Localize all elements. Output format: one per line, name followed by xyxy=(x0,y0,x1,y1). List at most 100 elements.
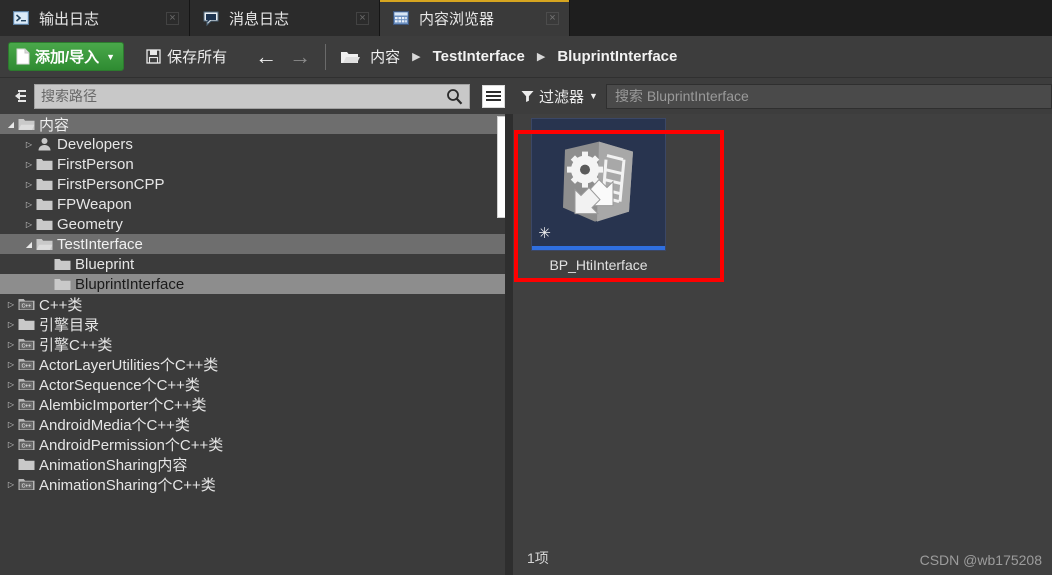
tree-item-18[interactable]: ▷ C++ AnimationSharing个C++类 xyxy=(0,474,505,494)
tree-item-16[interactable]: ▷ C++ AndroidPermission个C++类 xyxy=(0,434,505,454)
twisty-collapsed-icon[interactable]: ▷ xyxy=(4,340,18,349)
panel-splitter[interactable] xyxy=(505,114,513,575)
tree-item-14[interactable]: ▷ C++ AlembicImporter个C++类 xyxy=(0,394,505,414)
tree-item-4[interactable]: ▷ FPWeapon xyxy=(0,194,505,214)
tab-message-log[interactable]: 消息日志 × xyxy=(190,0,380,36)
tree-item-6[interactable]: ◢ TestInterface xyxy=(0,234,505,254)
folder-open-icon xyxy=(36,239,53,250)
save-icon xyxy=(146,49,161,64)
tree-item-label: Blueprint xyxy=(75,255,135,273)
tree-item-label: AndroidPermission个C++类 xyxy=(39,436,224,454)
tree-item-8[interactable]: BluprintInterface xyxy=(0,274,505,294)
blueprint-interface-icon xyxy=(562,141,633,222)
tree-item-label: FirstPersonCPP xyxy=(57,175,165,193)
tree-item-label: C++类 xyxy=(39,296,83,314)
tab-output-log[interactable]: 输出日志 × xyxy=(0,0,190,36)
collapse-tree-icon[interactable] xyxy=(6,85,28,107)
tree-item-9[interactable]: ▷ C++ C++类 xyxy=(0,294,505,314)
path-search-input[interactable]: 搜索路径 xyxy=(34,83,470,109)
breadcrumb-item-1[interactable]: TestInterface xyxy=(427,46,531,67)
tree-item-label: ActorLayerUtilities个C++类 xyxy=(39,356,219,374)
tree-item-7[interactable]: Blueprint xyxy=(0,254,505,274)
tab-close-icon[interactable]: × xyxy=(166,11,179,25)
tree-item-5[interactable]: ▷ Geometry xyxy=(0,214,505,234)
toolbar-divider xyxy=(325,43,327,70)
tree-item-label: Geometry xyxy=(57,215,123,233)
tree-item-label: AnimationSharing内容 xyxy=(39,456,188,474)
twisty-collapsed-icon[interactable]: ▷ xyxy=(4,440,18,449)
cpp-folder-icon: C++ xyxy=(18,419,35,430)
save-all-label: 保存所有 xyxy=(167,49,228,66)
tree-item-12[interactable]: ▷ C++ ActorLayerUtilities个C++类 xyxy=(0,354,505,374)
content-browser-window: 输出日志 × 消息日志 × 内容浏览器 × 添加/导入 ▼ 保存所有 ← → 内… xyxy=(0,0,1052,575)
folder-icon xyxy=(36,219,53,230)
tab-close-icon[interactable]: × xyxy=(356,11,369,25)
forward-arrow-icon[interactable]: → xyxy=(289,45,311,68)
tree-item-17[interactable]: AnimationSharing内容 xyxy=(0,454,505,474)
twisty-collapsed-icon[interactable]: ▷ xyxy=(4,400,18,409)
tree-item-label: 引擎目录 xyxy=(39,316,100,334)
tree-item-3[interactable]: ▷ FirstPersonCPP xyxy=(0,174,505,194)
cpp-folder-icon: C++ xyxy=(18,379,35,390)
twisty-collapsed-icon[interactable]: ▷ xyxy=(4,360,18,369)
path-search-placeholder: 搜索路径 xyxy=(41,88,97,104)
filter-label: 过滤器 xyxy=(539,88,585,106)
svg-text:C++: C++ xyxy=(22,404,32,410)
tree-item-11[interactable]: ▷ C++ 引擎C++类 xyxy=(0,334,505,354)
tree-item-0[interactable]: ◢ 内容 xyxy=(0,114,505,134)
breadcrumb-item-0[interactable]: 内容 xyxy=(364,44,406,69)
filter-button[interactable]: 过滤器 ▼ xyxy=(521,86,598,107)
magnifier-icon[interactable] xyxy=(446,88,463,105)
asset-search-placeholder: 搜索 BluprintInterface xyxy=(614,88,749,104)
folder-icon xyxy=(18,319,35,330)
asset-grid[interactable]: ✳ BP_HtiInterface xyxy=(513,114,1052,575)
tree-item-label: AlembicImporter个C++类 xyxy=(39,396,207,414)
svg-text:C++: C++ xyxy=(22,484,32,490)
cpp-folder-icon: C++ xyxy=(18,359,35,370)
twisty-collapsed-icon[interactable]: ▷ xyxy=(4,480,18,489)
twisty-collapsed-icon[interactable]: ▷ xyxy=(22,180,36,189)
asset-search-input[interactable]: 搜索 BluprintInterface xyxy=(605,83,1052,109)
speech-bubble-icon xyxy=(203,11,219,27)
twisty-collapsed-icon[interactable]: ▷ xyxy=(4,380,18,389)
view-options-icon[interactable] xyxy=(482,84,505,108)
tree-item-label: Developers xyxy=(57,135,133,153)
twisty-collapsed-icon[interactable]: ▷ xyxy=(4,300,18,309)
twisty-collapsed-icon[interactable]: ▷ xyxy=(4,420,18,429)
tree-item-label: TestInterface xyxy=(57,235,143,253)
terminal-icon xyxy=(13,11,29,25)
tree-item-13[interactable]: ▷ C++ ActorSequence个C++类 xyxy=(0,374,505,394)
svg-text:C++: C++ xyxy=(22,304,32,310)
twisty-collapsed-icon[interactable]: ▷ xyxy=(4,320,18,329)
cpp-folder-icon: C++ xyxy=(18,439,35,450)
folder-tree[interactable]: ◢ 内容 ▷ Developers ▷ FirstPerson ▷ FirstPersonCP… xyxy=(0,114,505,575)
svg-text:C++: C++ xyxy=(22,364,32,370)
tree-item-15[interactable]: ▷ C++ AndroidMedia个C++类 xyxy=(0,414,505,434)
breadcrumb-item-2[interactable]: BluprintInterface xyxy=(551,46,683,67)
asset-label: BP_HtiInterface xyxy=(549,257,648,273)
add-import-label: 添加/导入 xyxy=(35,49,100,66)
add-import-button[interactable]: 添加/导入 ▼ xyxy=(8,42,125,71)
tree-item-2[interactable]: ▷ FirstPerson xyxy=(0,154,505,174)
tree-item-1[interactable]: ▷ Developers xyxy=(0,134,505,154)
path-search-area: 搜索路径 xyxy=(0,78,511,114)
tree-item-label: 引擎C++类 xyxy=(39,336,113,354)
svg-text:C++: C++ xyxy=(22,444,32,450)
twisty-collapsed-icon[interactable]: ▷ xyxy=(22,160,36,169)
tab-close-icon[interactable]: × xyxy=(546,11,559,25)
save-all-button[interactable]: 保存所有 xyxy=(134,42,239,71)
cpp-folder-icon: C++ xyxy=(18,339,35,350)
asset-type-bar xyxy=(532,246,665,250)
twisty-expanded-icon[interactable]: ◢ xyxy=(4,120,18,129)
tab-content-browser[interactable]: 内容浏览器 × xyxy=(380,0,570,36)
twisty-collapsed-icon[interactable]: ▷ xyxy=(22,200,36,209)
twisty-collapsed-icon[interactable]: ▷ xyxy=(22,140,36,149)
back-arrow-icon[interactable]: ← xyxy=(255,45,277,68)
twisty-expanded-icon[interactable]: ◢ xyxy=(22,240,36,249)
twisty-collapsed-icon[interactable]: ▷ xyxy=(22,220,36,229)
tree-item-10[interactable]: ▷ 引擎目录 xyxy=(0,314,505,334)
folder-icon xyxy=(54,259,71,270)
asset-tile[interactable]: ✳ BP_HtiInterface xyxy=(531,118,666,283)
asset-thumbnail[interactable]: ✳ xyxy=(531,118,666,251)
item-count-label: 1项 xyxy=(527,550,549,566)
